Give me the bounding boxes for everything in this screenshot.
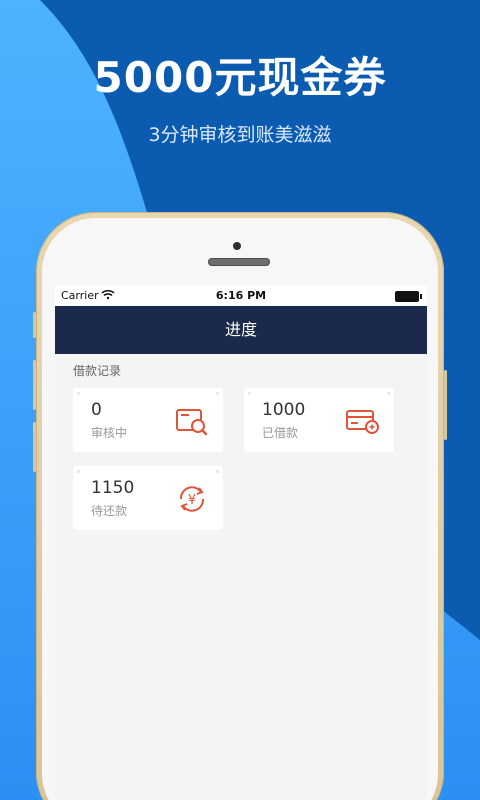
stat-value: 1000 [262,400,306,420]
card-coin-icon [346,410,379,434]
card-corner-dot [216,392,219,395]
search-document-icon [176,409,208,436]
stat-card-reviewing[interactable]: 0 审核中 [73,388,223,452]
card-corner-dot [77,392,80,395]
speaker-grille [208,258,270,266]
yuan-cycle-icon: ¥ [179,486,205,512]
stat-value: 0 [91,400,102,420]
nav-bar: 进度 [55,306,427,354]
status-bar: Carrier 6:16 PM [55,286,427,306]
stat-card-repayment[interactable]: 1150 待还款 ¥ [73,466,223,530]
stat-label: 已借款 [262,426,299,440]
nav-title: 进度 [224,320,257,339]
phone-side-button [444,370,447,440]
promo-page: 5000元现金券 3分钟审核到账美滋滋 Carrier 6:16 PM 进度 借… [0,0,480,800]
phone-side-button [33,422,36,472]
phone-side-button [33,360,36,410]
stat-label: 待还款 [91,504,128,518]
card-corner-dot [216,470,219,473]
promo-subtitle: 3分钟审核到账美滋滋 [148,124,332,146]
camera-icon [233,242,241,250]
battery-icon [395,291,422,302]
app-screen: Carrier 6:16 PM 进度 借款记录 0 审核中 1000 已借款 1… [55,286,427,800]
card-corner-dot [77,470,80,473]
stat-card-borrowed[interactable]: 1000 已借款 [244,388,394,452]
card-corner-dot [387,392,390,395]
card-corner-dot [248,392,251,395]
stat-value: 1150 [91,478,135,498]
section-label: 借款记录 [73,364,122,378]
stat-label: 审核中 [91,426,128,440]
status-time: 6:16 PM [215,289,267,302]
phone-side-button [33,312,36,338]
promo-title: 5000元现金券 [93,53,387,102]
svg-text:¥: ¥ [188,493,196,508]
